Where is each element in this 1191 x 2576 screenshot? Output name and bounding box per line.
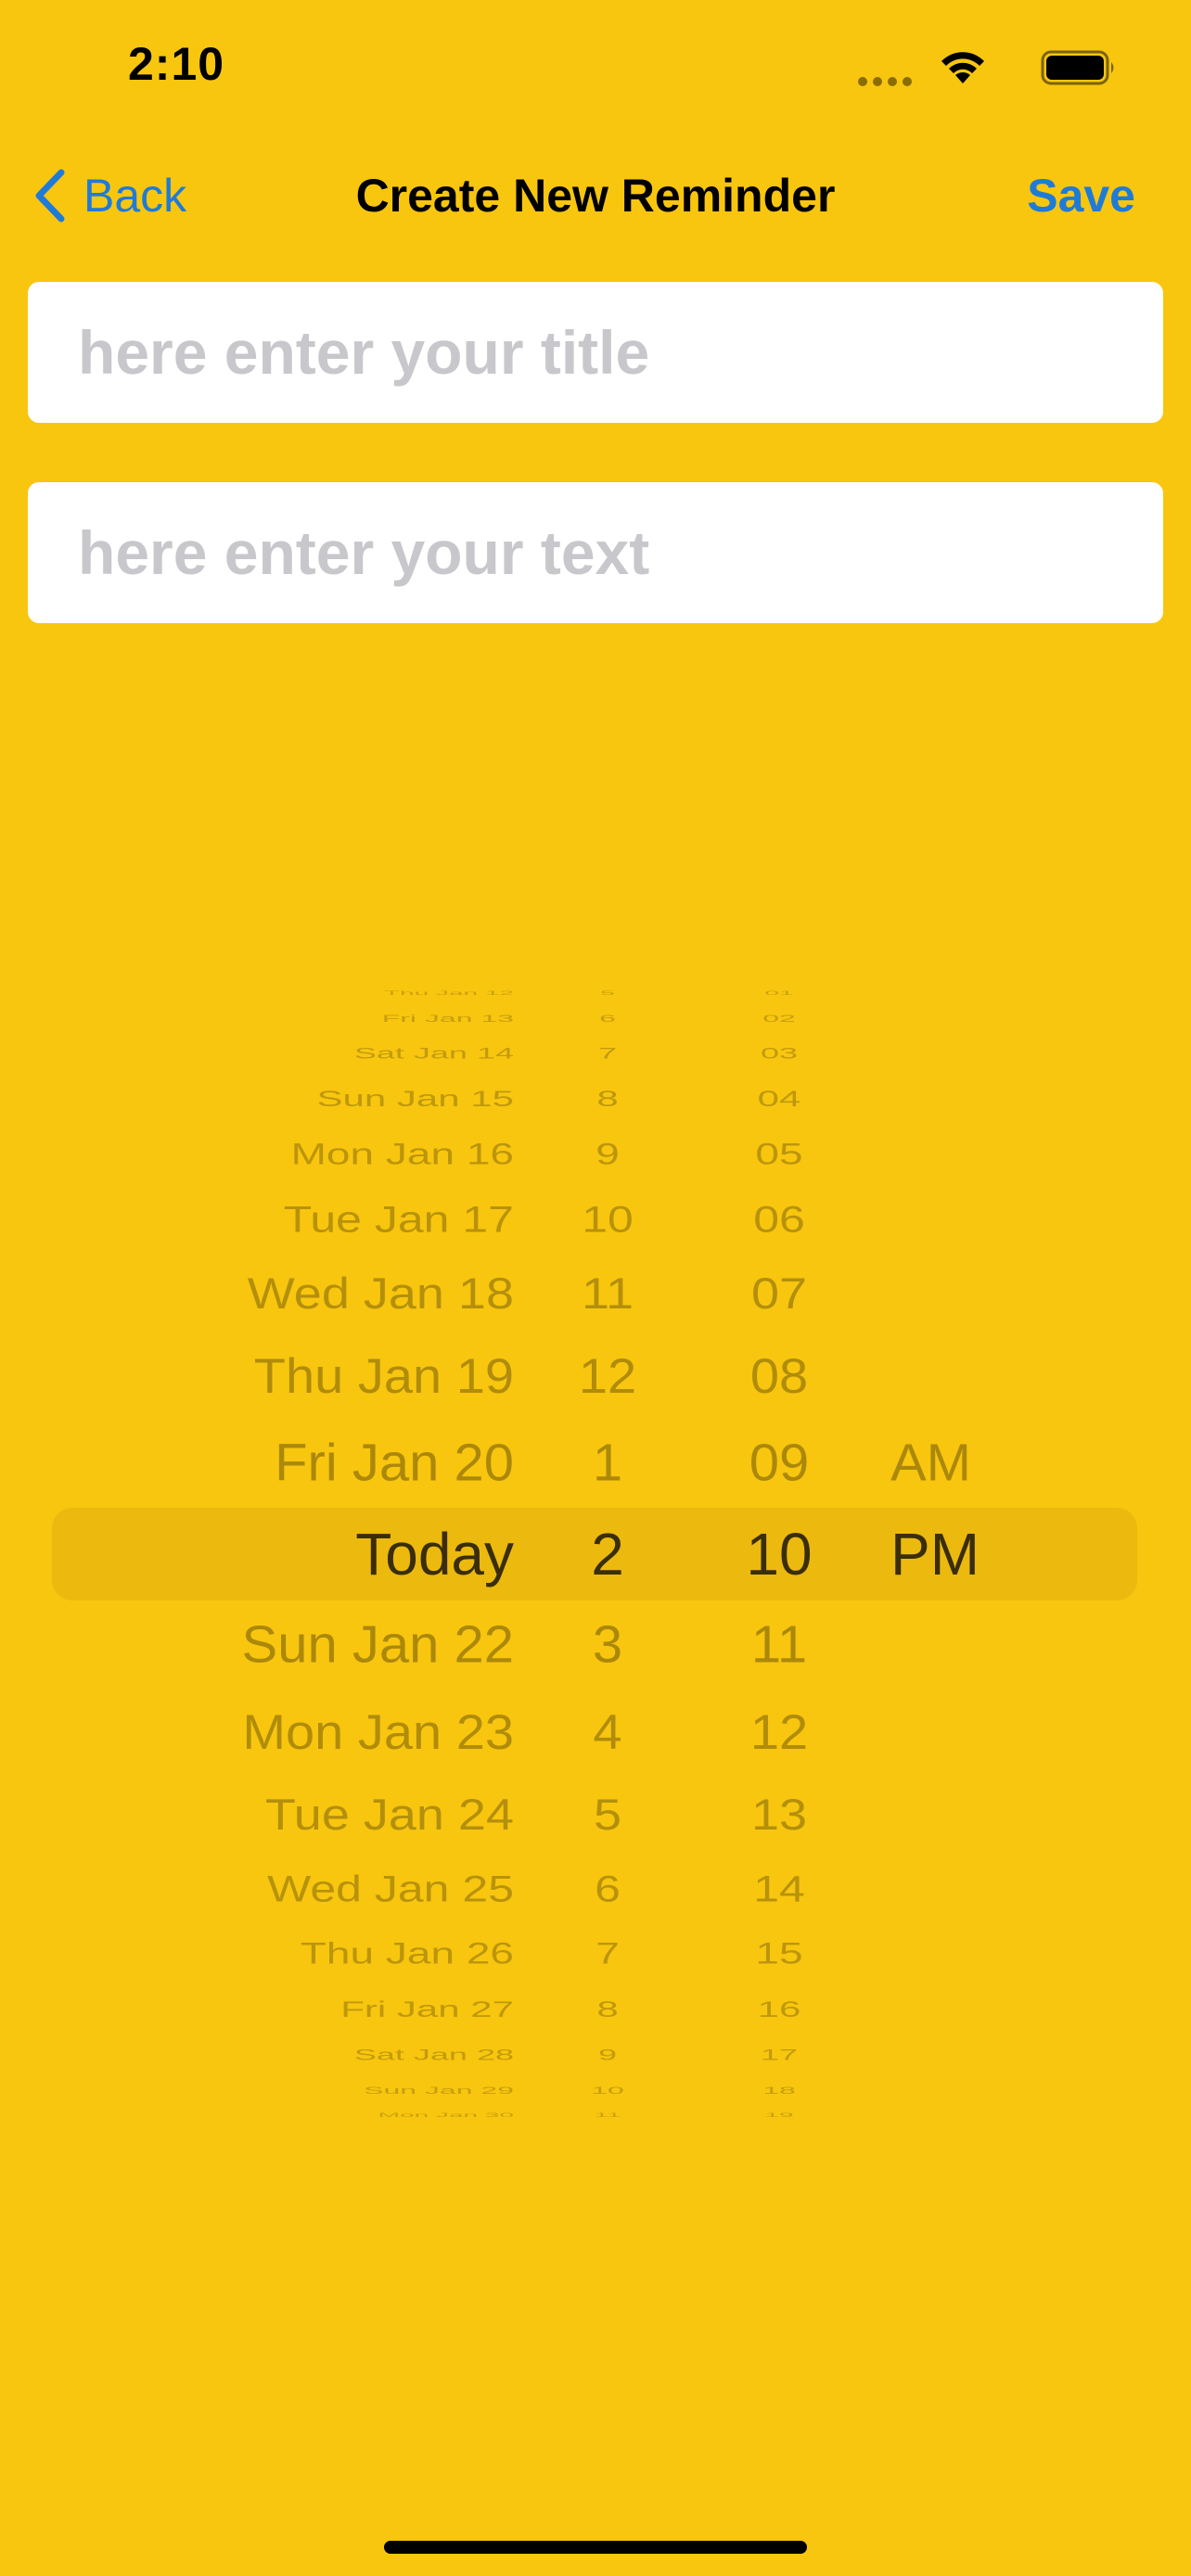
picker-row-selected[interactable]: Today 2 10 PM xyxy=(0,1519,1191,1590)
text-field-container xyxy=(28,482,1163,623)
picker-hour-cell: 5 xyxy=(600,989,615,997)
picker-date-cell: Sun Jan 15 xyxy=(316,1085,514,1112)
picker-hour-cell: 10 xyxy=(591,2084,624,2097)
picker-row[interactable]: Sat Jan 28 9 17 xyxy=(0,2046,1191,2064)
picker-hour-cell: 4 xyxy=(593,1704,622,1760)
picker-date-cell: Sun Jan 22 xyxy=(241,1614,514,1675)
picker-date-cell: Tue Jan 17 xyxy=(283,1198,514,1241)
picker-ampm-cell: AM xyxy=(890,1433,971,1493)
status-bar: 2:10 xyxy=(0,0,1191,130)
picker-date-cell: Fri Jan 13 xyxy=(381,1012,514,1025)
picker-minute-cell: 16 xyxy=(757,1996,801,2022)
picker-row[interactable]: Sun Jan 29 10 18 xyxy=(0,2084,1191,2096)
signal-dots-icon xyxy=(858,77,912,86)
picker-hour-cell: 3 xyxy=(592,1614,623,1675)
picker-hour-cell: 6 xyxy=(599,1012,616,1025)
wifi-icon xyxy=(941,52,984,83)
picker-row[interactable]: Wed Jan 18 11 07 xyxy=(0,1267,1191,1320)
picker-date-cell: Thu Jan 12 xyxy=(383,989,514,997)
text-input[interactable] xyxy=(76,516,1115,589)
picker-date-cell: Sat Jan 14 xyxy=(353,1044,514,1063)
picker-minute-cell: 02 xyxy=(762,1012,796,1025)
picker-row[interactable]: Fri Jan 20 1 09 AM xyxy=(0,1432,1191,1495)
home-indicator xyxy=(384,2541,807,2554)
picker-row[interactable]: Mon Jan 23 4 12 xyxy=(0,1702,1191,1761)
picker-hour-cell: 8 xyxy=(596,1085,619,1112)
picker-minute-cell: 01 xyxy=(764,989,794,997)
picker-hour-cell: 9 xyxy=(597,2046,618,2064)
picker-row[interactable]: Mon Jan 16 9 05 xyxy=(0,1137,1191,1173)
picker-hour-cell: 7 xyxy=(597,1044,618,1063)
picker-minute-cell: 15 xyxy=(755,1936,803,1970)
picker-minute-cell: 08 xyxy=(749,1348,809,1404)
picker-hour-cell: 12 xyxy=(578,1348,637,1404)
picker-minute-cell: 06 xyxy=(753,1198,805,1241)
picker-date-cell: Today xyxy=(355,1520,514,1588)
picker-date-cell: Wed Jan 18 xyxy=(247,1269,514,1319)
picker-minute-cell: 07 xyxy=(750,1269,808,1319)
picker-row[interactable]: Sun Jan 22 3 11 xyxy=(0,1613,1191,1677)
title-field-container xyxy=(28,282,1163,423)
picker-hour-cell: 7 xyxy=(596,1936,620,1970)
picker-hour-cell: 2 xyxy=(591,1520,624,1588)
picker-row[interactable]: Sun Jan 15 8 04 xyxy=(0,1085,1191,1112)
picker-date-cell: Mon Jan 30 xyxy=(378,2111,514,2119)
picker-row[interactable]: Sat Jan 14 7 03 xyxy=(0,1044,1191,1063)
picker-row[interactable]: Fri Jan 13 6 02 xyxy=(0,1012,1191,1024)
picker-date-cell: Sun Jan 29 xyxy=(364,2084,514,2097)
picker-minute-cell: 09 xyxy=(749,1433,810,1493)
picker-hour-cell: 6 xyxy=(595,1868,621,1910)
picker-wheel[interactable]: Thu Jan 12 5 01 Fri Jan 13 6 02 Sat Jan 14 7 03 S… xyxy=(0,989,1191,2118)
picker-minute-cell: 18 xyxy=(762,2084,796,2097)
status-icons xyxy=(764,43,1117,89)
picker-row[interactable]: Fri Jan 27 8 16 xyxy=(0,1996,1191,2022)
picker-hour-cell: 11 xyxy=(594,2111,621,2119)
picker-row[interactable]: Mon Jan 30 11 19 xyxy=(0,2111,1191,2119)
battery-icon xyxy=(1041,50,1114,85)
picker-date-cell: Thu Jan 19 xyxy=(253,1348,514,1404)
picker-date-cell: Fri Jan 27 xyxy=(340,1996,514,2022)
picker-ampm-cell: PM xyxy=(890,1520,980,1588)
picker-minute-cell: 17 xyxy=(760,2046,799,2064)
picker-hour-cell: 9 xyxy=(596,1137,620,1171)
picker-row[interactable]: Tue Jan 24 5 13 xyxy=(0,1788,1191,1841)
picker-row[interactable]: Thu Jan 26 7 15 xyxy=(0,1936,1191,1972)
picker-hour-cell: 8 xyxy=(596,1996,619,2022)
picker-minute-cell: 04 xyxy=(757,1085,801,1112)
picker-date-cell: Thu Jan 26 xyxy=(300,1936,514,1970)
picker-minute-cell: 13 xyxy=(750,1790,808,1840)
picker-hour-cell: 1 xyxy=(592,1433,623,1493)
picker-date-cell: Fri Jan 20 xyxy=(275,1433,514,1493)
picker-row[interactable]: Thu Jan 19 12 08 xyxy=(0,1346,1191,1405)
picker-hour-cell: 10 xyxy=(582,1198,634,1241)
picker-minute-cell: 19 xyxy=(764,2111,794,2119)
page-title: Create New Reminder xyxy=(355,170,836,222)
picker-hour-cell: 11 xyxy=(581,1269,634,1319)
picker-minute-cell: 14 xyxy=(753,1868,805,1910)
title-input[interactable] xyxy=(76,316,1115,389)
picker-hour-cell: 5 xyxy=(593,1790,622,1840)
picker-date-cell: Wed Jan 25 xyxy=(267,1868,514,1910)
picker-row[interactable]: Tue Jan 17 10 06 xyxy=(0,1197,1191,1242)
picker-row[interactable]: Thu Jan 12 5 01 xyxy=(0,989,1191,997)
picker-minute-cell: 12 xyxy=(749,1704,809,1760)
picker-date-cell: Tue Jan 24 xyxy=(264,1790,514,1840)
navigation-bar: Back Create New Reminder Save xyxy=(0,148,1191,241)
status-time: 2:10 xyxy=(128,38,225,90)
picker-date-cell: Mon Jan 23 xyxy=(242,1704,514,1760)
date-time-picker[interactable]: Thu Jan 12 5 01 Fri Jan 13 6 02 Sat Jan 14 7 03 S… xyxy=(0,989,1191,2119)
picker-row[interactable]: Wed Jan 25 6 14 xyxy=(0,1867,1191,1911)
save-button[interactable]: Save xyxy=(1027,163,1135,228)
picker-minute-cell: 10 xyxy=(746,1520,813,1588)
picker-minute-cell: 05 xyxy=(755,1137,803,1171)
picker-minute-cell: 03 xyxy=(760,1044,799,1063)
picker-minute-cell: 11 xyxy=(750,1614,808,1675)
picker-date-cell: Mon Jan 16 xyxy=(290,1137,514,1171)
picker-date-cell: Sat Jan 28 xyxy=(353,2046,514,2064)
